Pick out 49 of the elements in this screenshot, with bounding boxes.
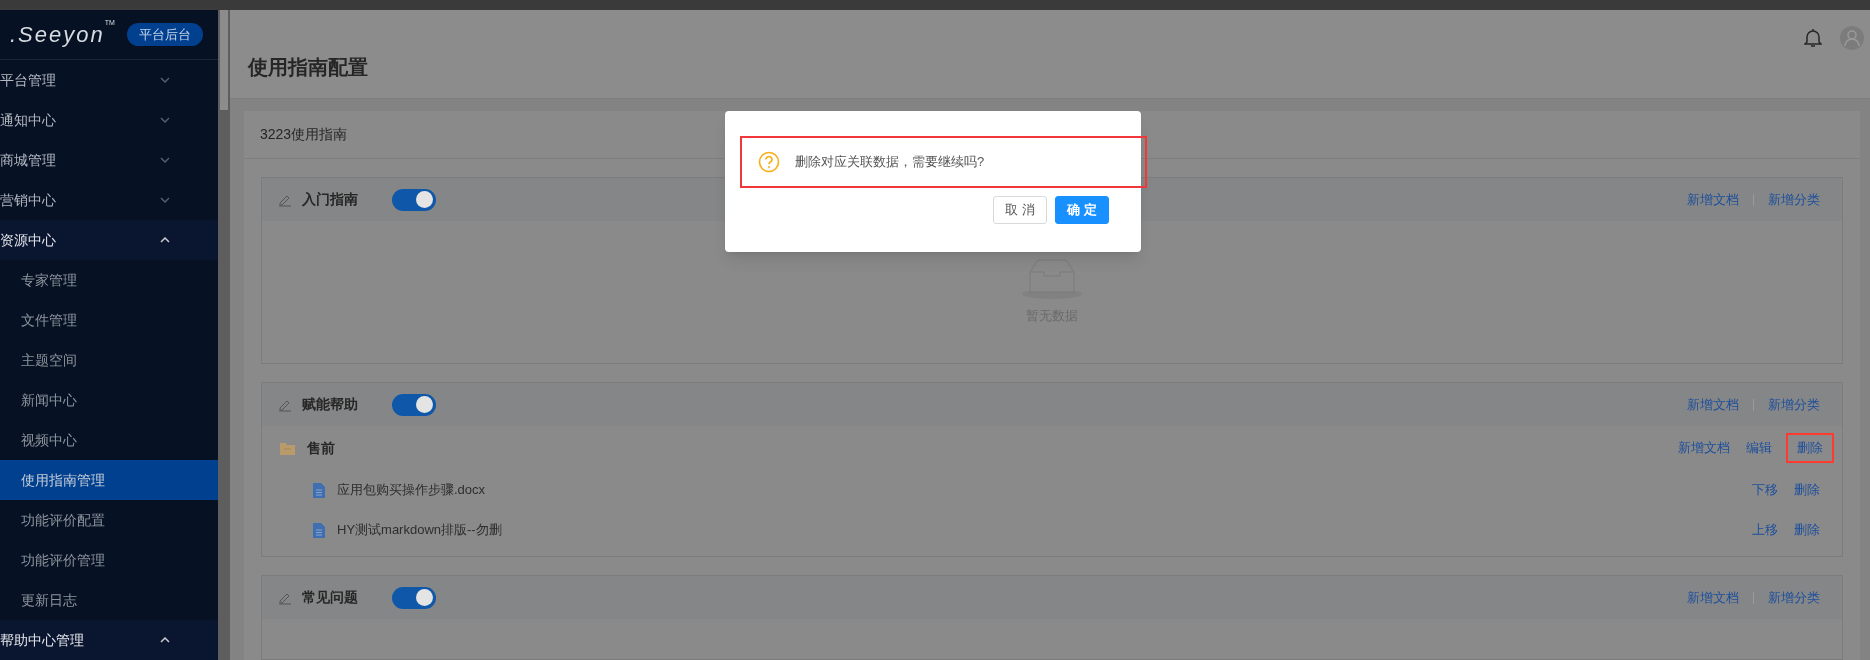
dialog-message: 删除对应关联数据，需要继续吗?	[795, 153, 985, 172]
sidebar-item[interactable]: 营销中心	[0, 180, 218, 220]
action-link[interactable]: 新增文档	[1687, 394, 1739, 415]
page-title: 使用指南配置	[248, 55, 368, 80]
action-link[interactable]: 新增分类	[1768, 587, 1820, 608]
section-title: 常见问题	[302, 588, 359, 607]
toggle-switch[interactable]	[392, 188, 436, 211]
file-name[interactable]: 应用包购买操作步骤.docx	[337, 480, 486, 500]
toggle-switch[interactable]	[392, 393, 436, 416]
sidebar-item[interactable]: 商城管理	[0, 140, 218, 180]
sidebar-item[interactable]: 通知中心	[0, 100, 218, 140]
confirm-button[interactable]: 确 定	[1055, 196, 1109, 224]
chevron-icon	[160, 77, 170, 83]
question-icon	[758, 151, 780, 173]
action-link[interactable]: 新增文档	[1687, 189, 1739, 210]
folder-icon	[280, 441, 295, 455]
section-title: 入门指南	[302, 190, 359, 209]
document-icon	[313, 522, 325, 538]
action-link[interactable]: 删除	[1794, 480, 1820, 500]
action-link[interactable]: 新增文档	[1687, 587, 1739, 608]
panel-title: 3223使用指南	[260, 125, 348, 144]
action-link[interactable]: 编辑	[1746, 438, 1772, 458]
action-link[interactable]: 新增分类	[1768, 189, 1820, 210]
sidebar-item[interactable]: 资源中心	[0, 220, 218, 260]
avatar-icon[interactable]	[1840, 26, 1864, 50]
toggle-switch[interactable]	[392, 586, 436, 609]
file-name[interactable]: HY测试markdown排版--勿删	[337, 520, 502, 540]
chevron-icon	[160, 637, 170, 643]
logo: .Seeyon	[10, 21, 105, 49]
folder-name[interactable]: 售前	[307, 437, 335, 459]
action-link[interactable]: 新增分类	[1768, 394, 1820, 415]
platform-badge: 平台后台	[126, 22, 203, 47]
cancel-button[interactable]: 取 消	[993, 196, 1047, 224]
scrollbar[interactable]	[218, 10, 230, 660]
action-link[interactable]: 删除	[1794, 520, 1820, 540]
document-icon	[313, 482, 325, 498]
chevron-icon	[160, 157, 170, 163]
action-link[interactable]: 新增文档	[1678, 438, 1730, 458]
sidebar-subitem[interactable]: 使用指南管理	[0, 460, 218, 500]
section-title: 赋能帮助	[302, 395, 359, 414]
action-link[interactable]: 下移	[1752, 480, 1778, 500]
action-link[interactable]: 删除	[1788, 435, 1832, 461]
sidebar-item[interactable]: 平台管理	[0, 60, 218, 100]
chevron-icon	[160, 117, 170, 123]
chevron-icon	[160, 197, 170, 203]
sidebar-item[interactable]: 帮助中心管理	[0, 620, 218, 660]
chevron-icon	[160, 237, 170, 243]
bell-icon[interactable]	[1804, 28, 1822, 48]
action-link[interactable]: 上移	[1752, 520, 1778, 540]
